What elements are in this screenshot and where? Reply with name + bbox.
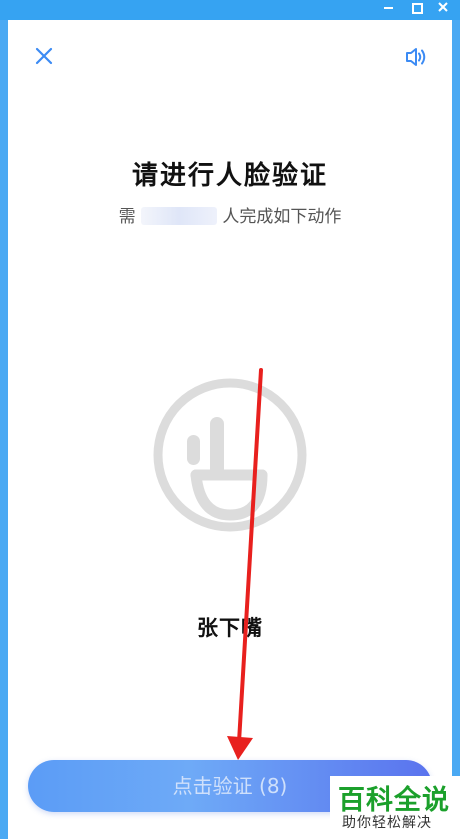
window-titlebar: [0, 0, 460, 20]
action-instruction: 张下嘴: [197, 616, 263, 640]
face-verification-screen: 请进行人脸验证 需 人完成如下动作 张下嘴 点击验证 (8): [8, 20, 452, 839]
watermark-logo: 百科全说 助你轻松解决: [330, 776, 460, 839]
minimize-window-button[interactable]: [378, 0, 400, 16]
speaker-icon[interactable]: [403, 44, 429, 70]
watermark-sub-text: 助你轻松解决: [342, 815, 432, 831]
maximize-window-button[interactable]: [406, 0, 428, 16]
open-mouth-face-icon: [150, 375, 310, 535]
blurred-name: [141, 207, 217, 225]
subtitle-prefix: 需: [118, 207, 136, 227]
page-title: 请进行人脸验证: [131, 161, 328, 191]
close-icon[interactable]: [32, 44, 56, 68]
close-window-button[interactable]: [432, 0, 454, 16]
subtitle-suffix: 人完成如下动作: [222, 207, 342, 227]
close-window-icon: [438, 2, 448, 12]
page-subtitle: 需 人完成如下动作: [8, 202, 452, 227]
